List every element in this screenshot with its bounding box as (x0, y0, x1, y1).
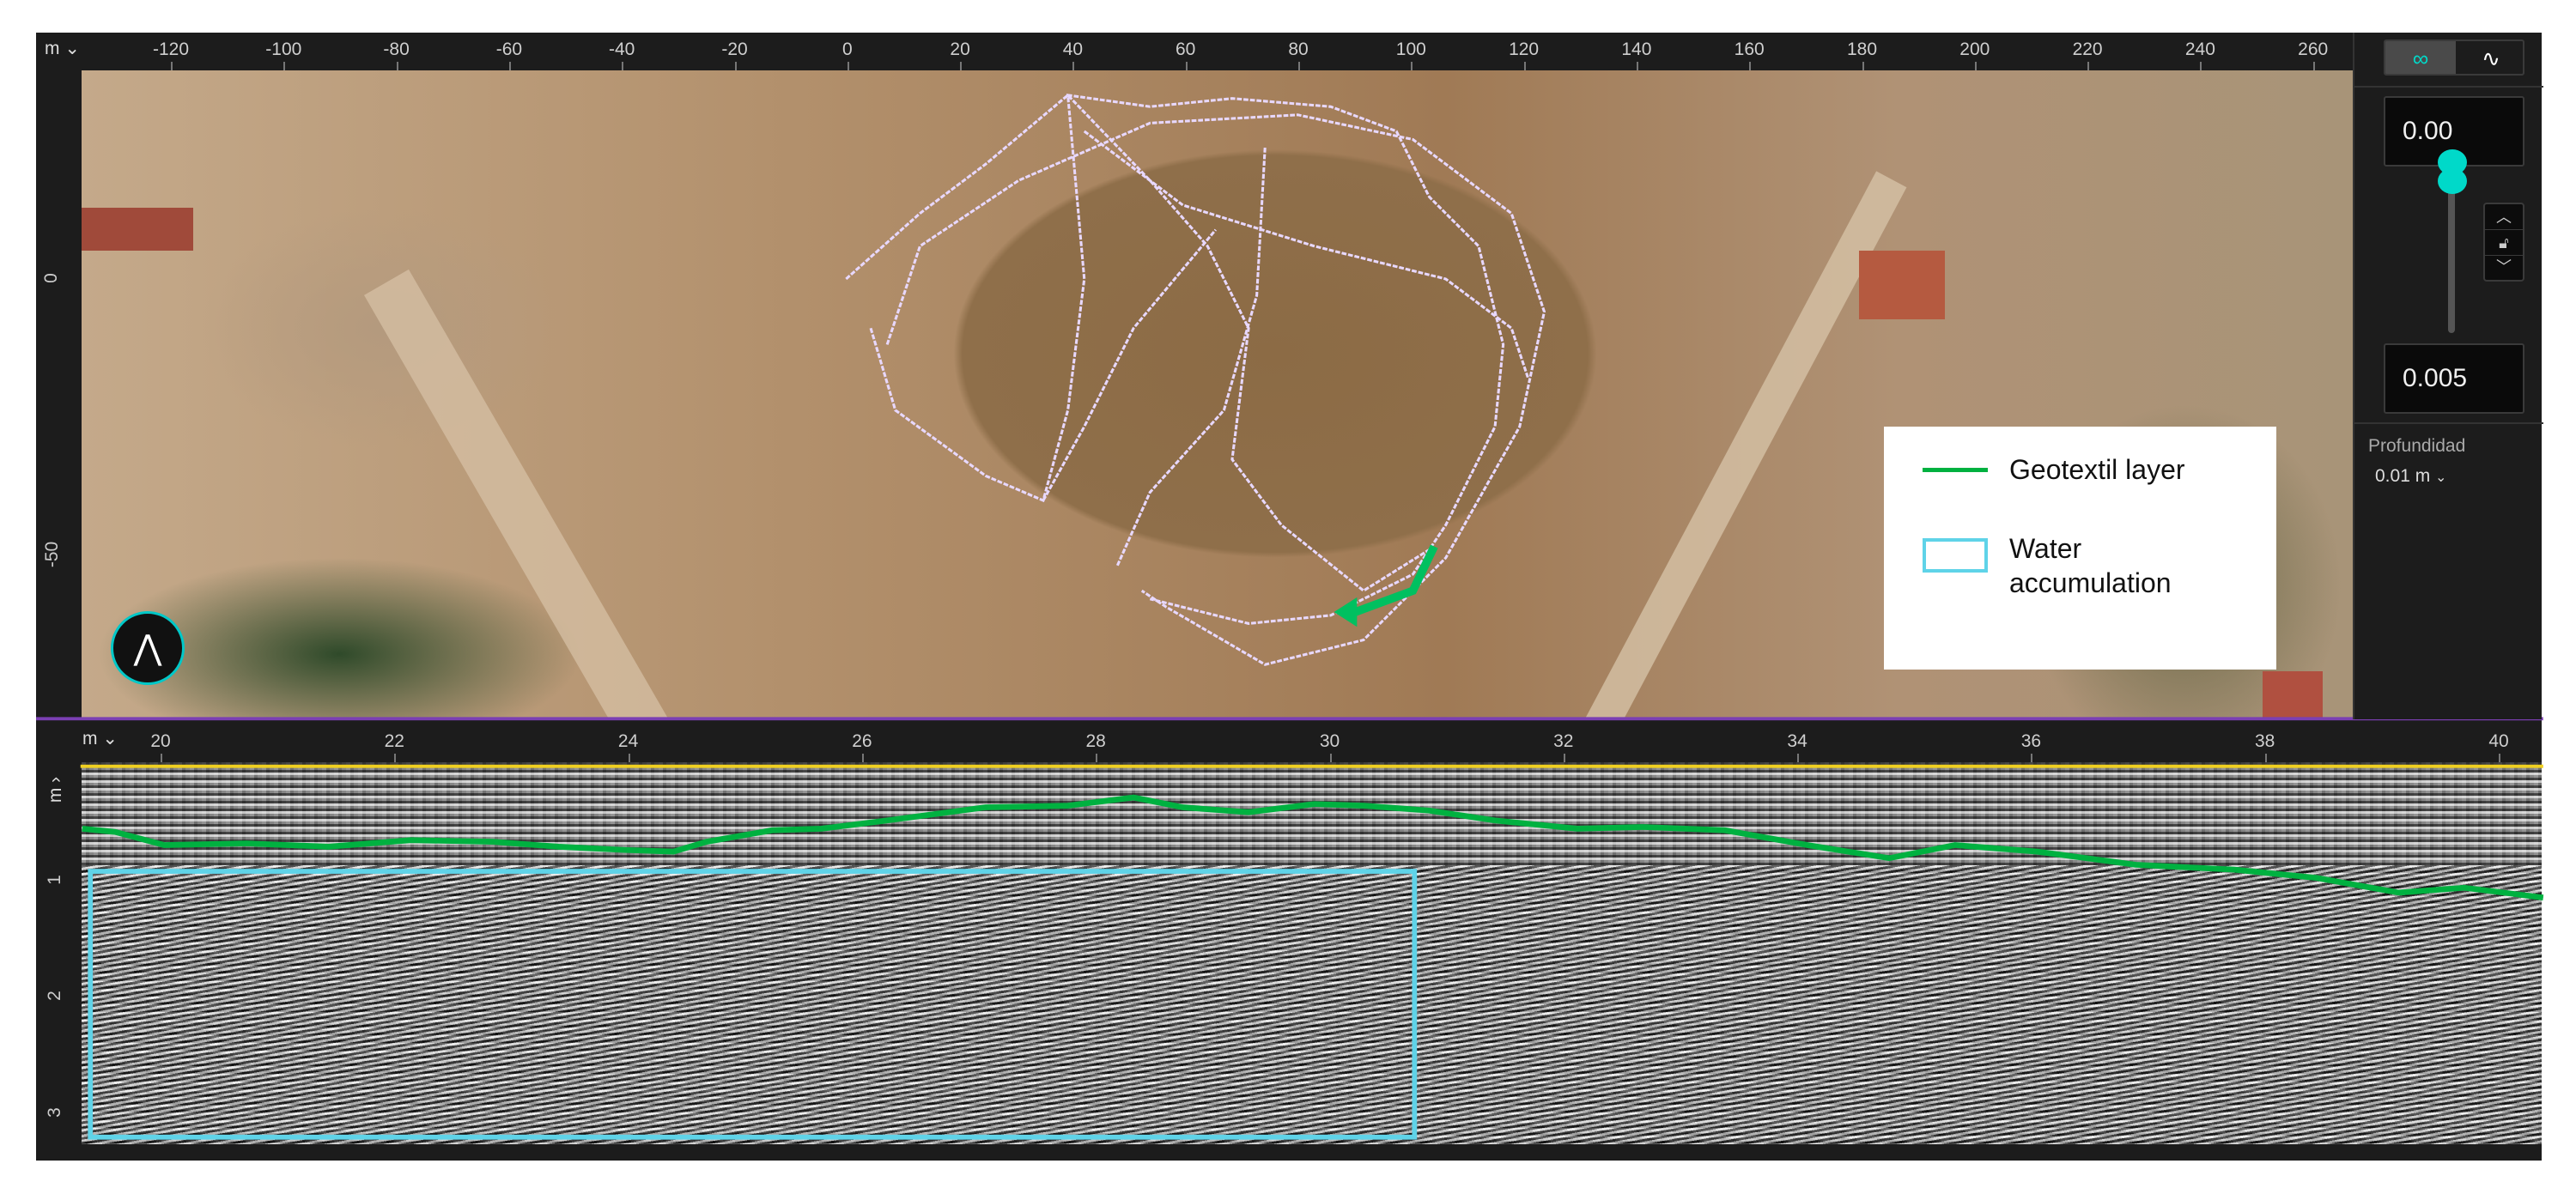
water-accumulation-box (88, 869, 1418, 1140)
ground-surface-line (80, 764, 2543, 768)
radargram-overlay (80, 764, 2544, 1140)
geotextil-layer-line (82, 794, 2544, 900)
